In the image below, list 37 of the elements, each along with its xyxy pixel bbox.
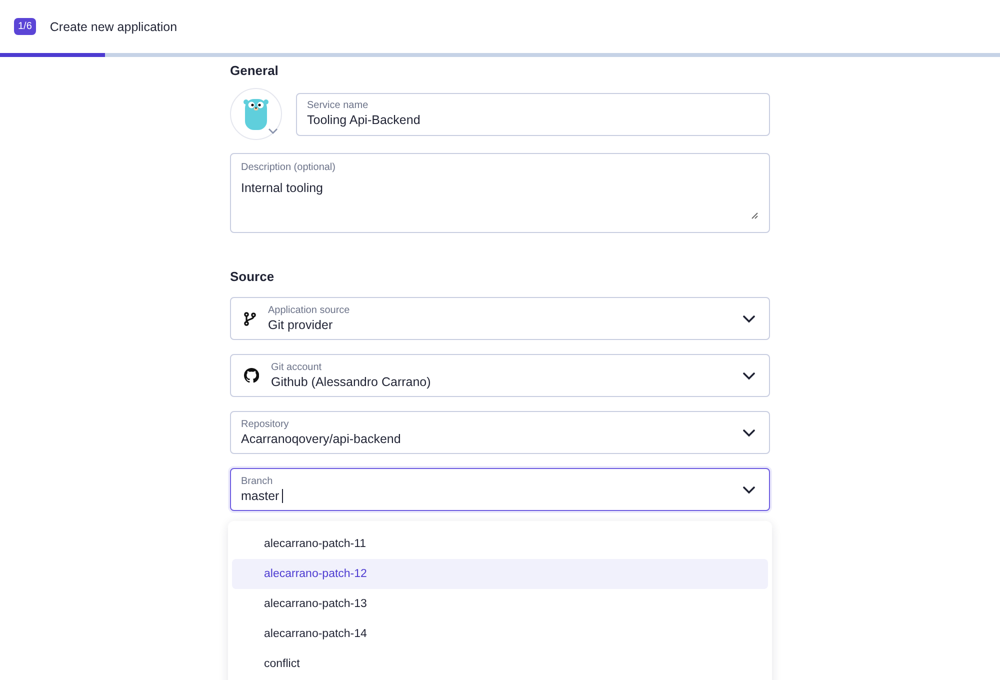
github-icon [244,368,259,383]
field-value: Tooling Api-Backend [307,112,422,128]
field-value: master [241,488,280,504]
dropdown-option[interactable]: alecarrano-patch-14 [232,619,768,649]
step-badge: 1/6 [14,18,36,35]
field-label: Repository [241,418,290,430]
description-field[interactable]: Description (optional) Internal tooling [230,153,770,233]
chevron-down-icon [743,314,755,322]
field-label: Service name [307,100,370,112]
field-label: Git account [271,362,323,374]
select-field[interactable]: Repository Acarranoqovery/api-backend [230,411,770,454]
section-heading: Source [230,269,276,284]
select-field[interactable]: Branch master [230,468,770,511]
service-name-field[interactable]: Service name Tooling Api-Backend [296,92,770,136]
chevron-down-icon [743,372,755,380]
field-value: Internal tooling [241,180,324,196]
chevron-down-icon [268,128,278,134]
chevron-down-icon [743,428,755,436]
select-field[interactable]: Application source Git provider [230,297,770,340]
resize-handle-icon[interactable] [751,212,758,219]
dropdown-option[interactable]: conflict [232,649,768,679]
field-value: Github (Alessandro Carrano) [271,374,431,390]
field-label: Application source [268,304,351,316]
select-field[interactable]: Git account Github (Alessandro Carrano) [230,354,770,397]
gopher-drawing [243,97,269,131]
text-cursor [282,488,284,502]
field-value: Acarranoqovery/api-backend [241,430,401,446]
page-title: Create new application [50,20,178,34]
field-value: Git provider [268,316,333,332]
git-branch-icon [244,312,256,326]
field-label: Description (optional) [241,162,336,174]
field-label: Branch [241,476,274,488]
dropdown-option[interactable]: alecarrano-patch-11 [232,529,768,559]
chevron-down-icon [743,486,755,494]
dropdown-option[interactable]: alecarrano-patch-13 [232,589,768,619]
dropdown-option[interactable]: alecarrano-patch-12 [232,559,768,589]
section-heading: General [230,63,280,78]
